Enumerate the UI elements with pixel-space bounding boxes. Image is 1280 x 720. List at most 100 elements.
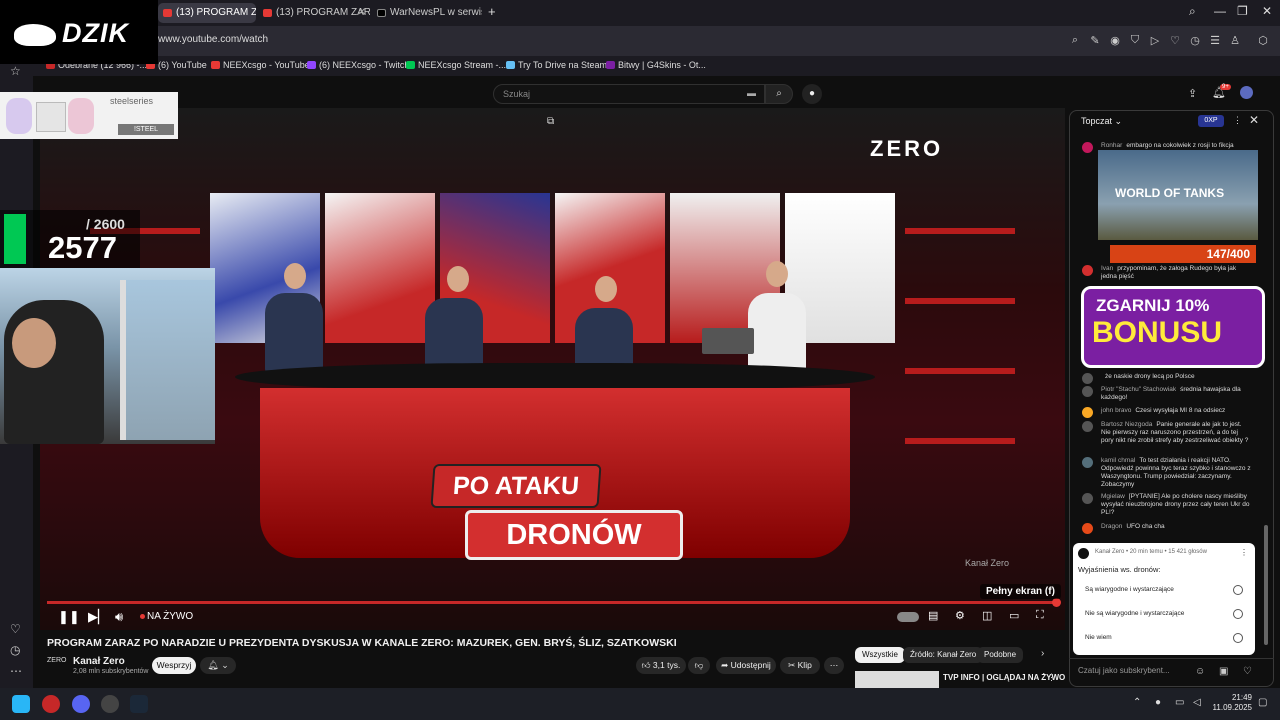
chat-message[interactable]: Mgielaw [PYTANIE] Ale po cholere nascy mi… [1082,493,1252,517]
volume-icon[interactable]: ◁ [1193,697,1201,708]
miniplayer-icon[interactable]: ◫ [982,609,992,622]
chevron-up-icon[interactable]: ⌃ [1133,697,1141,708]
discord-icon[interactable] [72,695,90,713]
close-icon[interactable]: ✕ [1249,113,1259,127]
subtitles-icon[interactable]: ▤ [928,609,938,622]
close-icon[interactable]: ✕ [358,3,366,23]
avatar[interactable] [1240,86,1253,99]
settings-icon[interactable]: ⚙ [955,609,965,622]
poll-option[interactable]: Nie wiem [1077,629,1249,647]
play-icon[interactable]: ▷ [1148,34,1162,47]
dislike-button[interactable]: 👎︎ [688,657,710,674]
heart-icon[interactable]: ♡ [1168,34,1182,47]
pause-icon[interactable]: ❚❚ [58,609,80,625]
chat-message[interactable]: Ronhar embargo na cokolwiek z rosji to fi… [1082,142,1252,153]
progress-handle[interactable] [1052,598,1061,607]
tab-program-zaraz-1[interactable]: (13) PROGRAM ZARAZ [158,3,256,23]
live-label[interactable]: NA ŻYWO [147,611,193,622]
extensions-icon[interactable]: ⬡ [1256,34,1270,47]
more-icon[interactable]: ⋮ [1047,672,1056,683]
steam-icon[interactable] [130,695,148,713]
channel-avatar[interactable]: ZERO [47,657,67,669]
emoji-icon[interactable]: ☺ [1195,666,1205,677]
history-icon[interactable]: ◷ [1188,34,1202,47]
menu-icon[interactable]: ☰ [1208,34,1222,47]
chat-message[interactable]: Dragon UFO cha cha [1082,523,1252,534]
notifications-icon[interactable]: ▢ [1258,697,1267,708]
windows-start-icon[interactable] [12,695,30,713]
heart-icon[interactable]: ♡ [10,622,21,636]
more-icon[interactable]: ⋮ [1233,115,1242,126]
new-tab-button[interactable]: + [488,4,496,19]
chat-message[interactable]: Ivan przypominam, że załoga Rudego była j… [1082,265,1252,281]
more-button[interactable]: ⋯ [824,657,844,674]
keyboard-icon[interactable]: ▬ [747,88,756,98]
bookmark-item[interactable]: NEEXcsgo - YouTube [211,60,310,70]
like-button[interactable]: 👍︎ 3,1 tys. [636,657,686,674]
chat-message[interactable]: Bartosz Niezgoda Panie generale ale jak t… [1082,421,1252,445]
chat-message[interactable]: kamil chmal To test działania i reakcji N… [1082,457,1252,489]
opera-icon[interactable] [42,695,60,713]
tab-program-zaraz-2[interactable]: (13) PROGRAM ZARAZ PO✕ [258,3,370,23]
search-input[interactable]: Szukaj ▬ [493,84,765,104]
heart-icon[interactable]: ♡ [1243,666,1252,677]
chat-message-body: Dragon UFO cha cha [1101,523,1252,531]
filter-related[interactable]: Podobne [977,647,1024,663]
obs-icon[interactable] [101,695,119,713]
search-button[interactable]: ⌕ [765,84,793,104]
bookmark-item[interactable]: Bitwy | G4Skins - Ot... [606,60,706,70]
upload-icon[interactable]: ⇪ [1188,87,1197,100]
maximize-icon[interactable]: ❐ [1237,4,1248,18]
fullscreen-icon[interactable]: ⛶ [1036,609,1044,622]
bookmark-item[interactable]: (6) NEEXcsgo - Twitch [307,60,409,70]
bookmark-item[interactable]: NEEXcsgo Stream -... [406,60,506,70]
chat-message[interactable]: john bravo Czesi wysyłaja MI 8 na odsiecz [1082,407,1252,418]
autoplay-toggle[interactable] [897,612,919,622]
subscriber-count: 2,08 mln subskrybentów [73,668,149,675]
history-icon[interactable]: ◷ [10,643,20,657]
chat-message[interactable]: że naskie drony lecą po Polsce [1082,373,1252,384]
more-icon[interactable]: ⋮ [1240,548,1248,557]
filter-all[interactable]: Wszystkie [855,647,905,663]
share-button[interactable]: ➦ Udostępnij [716,657,776,674]
chat-input[interactable]: Czatuj jako subskrybent... [1078,663,1188,679]
bookmark-item[interactable]: Try To Drive na Steam [506,60,607,70]
volume-icon[interactable]: 🔊︎ [115,609,123,625]
next-icon[interactable]: ▶▏ [88,609,108,625]
divider [1069,658,1274,659]
chat-mode-dropdown[interactable]: Topczat ⌄ [1081,116,1122,127]
notifications-button[interactable]: 🔔︎ ⌄ [200,657,236,674]
theater-icon[interactable]: ▭ [1009,609,1019,622]
voice-search-button[interactable]: ● [802,84,822,104]
xp-badge[interactable]: 0XP [1198,115,1224,127]
recommendation-thumbnail[interactable] [855,671,939,688]
shield-icon[interactable]: ⛉ [1128,34,1142,47]
minimize-icon[interactable]: — [1214,4,1226,18]
zoom-icon[interactable]: ⌕ [1068,34,1082,47]
close-window-icon[interactable]: ✕ [1262,4,1272,18]
mic-icon[interactable]: ● [1155,697,1161,708]
miniplayer-icon[interactable]: ⧉ [547,116,554,127]
more-icon[interactable]: ⋯ [10,664,22,678]
super-chat-icon[interactable]: ▣ [1219,666,1228,677]
clip-button[interactable]: ✂ Klip [780,657,820,674]
url-field[interactable]: www.youtube.com/watch [158,34,268,45]
progress-bar[interactable] [47,601,1053,604]
poll-option[interactable]: Są wiarygodne i wystarczające [1077,581,1249,599]
filter-source[interactable]: Źródło: Kanał Zero [903,647,984,663]
chat-message[interactable]: Piotr "Stachu" Stachowiak średnia hawajsk… [1082,386,1252,402]
support-button[interactable]: Wesprzyj [152,657,196,674]
chat-scrollbar[interactable] [1264,525,1268,645]
chevron-right-icon[interactable]: › [1041,648,1044,659]
tab-warnews[interactable]: WarNewsPL w serwisie X [372,3,482,23]
star-icon[interactable]: ☆ [10,64,21,78]
poll-option[interactable]: Nie są wiarygodne i wystarczające [1077,605,1249,623]
edit-icon[interactable]: ✎ [1088,34,1102,47]
channel-name[interactable]: Kanał Zero [73,656,125,667]
camera-icon[interactable]: ◉ [1108,34,1122,47]
ad-counter: 147/400 [1110,245,1256,263]
network-icon[interactable]: ▭ [1175,697,1184,708]
clock[interactable]: 21:49 11.09.2025 [1210,693,1252,713]
profile-icon[interactable]: ♙ [1228,34,1242,47]
search-icon[interactable]: ⌕ [1189,4,1196,19]
